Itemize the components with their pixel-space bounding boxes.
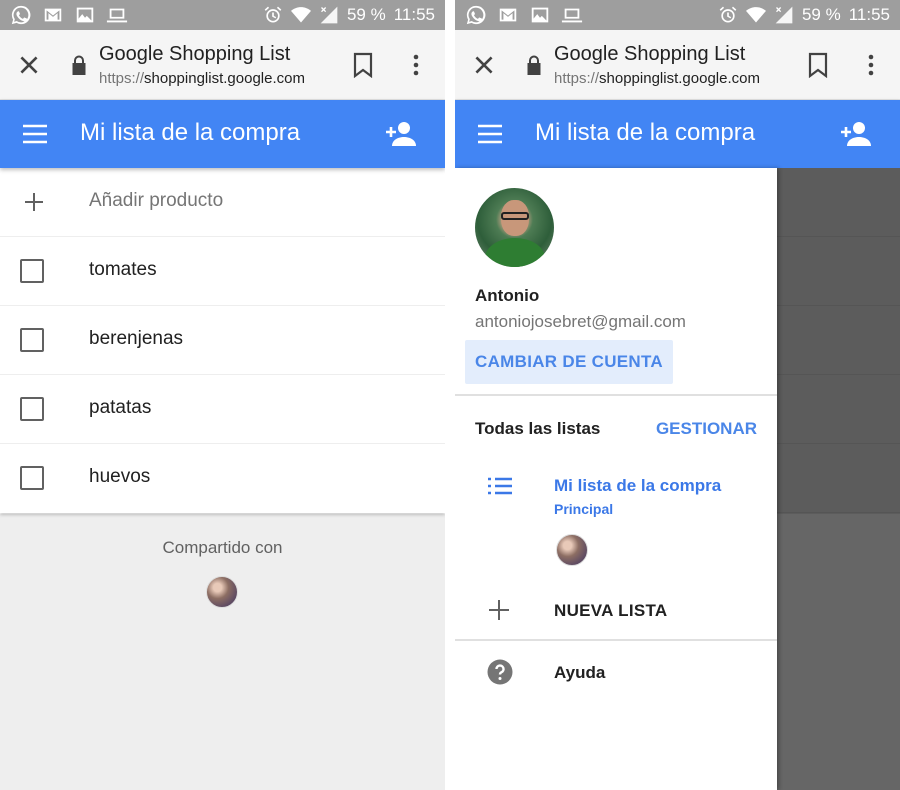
alarm-icon xyxy=(264,6,282,23)
url-host: shoppinglist.google.com xyxy=(599,70,760,87)
wifi-icon xyxy=(290,7,311,23)
url-host: shoppinglist.google.com xyxy=(144,70,305,87)
clock-text: 11:55 xyxy=(393,5,435,24)
shopping-list: Añadir producto tomates berenjenas patat… xyxy=(0,168,445,513)
close-icon[interactable] xyxy=(16,52,42,78)
drawer-divider xyxy=(455,639,777,641)
switch-account-button[interactable]: CAMBIAR DE CUENTA xyxy=(465,340,673,384)
shared-section: Compartido con xyxy=(0,514,445,790)
add-product-row[interactable]: Añadir producto xyxy=(0,168,445,237)
drawer-divider xyxy=(455,394,777,396)
item-label[interactable]: tomates xyxy=(89,259,157,281)
alarm-icon xyxy=(719,6,737,23)
add-person-icon[interactable] xyxy=(385,120,417,148)
plus-icon xyxy=(25,193,43,211)
help-link[interactable]: Ayuda xyxy=(554,663,605,683)
item-checkbox[interactable] xyxy=(20,328,44,352)
lock-icon xyxy=(72,55,86,75)
item-checkbox[interactable] xyxy=(20,259,44,283)
new-list-button[interactable]: NUEVA LISTA xyxy=(554,601,668,621)
item-label[interactable]: berenjenas xyxy=(89,328,183,350)
account-name: Antonio xyxy=(475,286,540,305)
laptop-icon xyxy=(561,8,583,23)
status-bar: 59 % 11:55 xyxy=(455,0,900,30)
signal-off-icon xyxy=(320,6,338,24)
bookmark-icon[interactable] xyxy=(352,52,374,78)
screen-list-view: 59 % 11:55 Google Shopping List https://… xyxy=(0,0,445,790)
close-icon[interactable] xyxy=(471,52,497,78)
browser-toolbar: Google Shopping List https://shoppinglis… xyxy=(0,30,445,100)
app-title: Mi lista de la compra xyxy=(535,119,756,146)
app-bar: Mi lista de la compra xyxy=(0,100,445,168)
browser-toolbar: Google Shopping List https://shoppinglis… xyxy=(455,30,900,100)
list-member-avatar xyxy=(556,534,588,566)
bookmark-icon[interactable] xyxy=(807,52,829,78)
menu-icon[interactable] xyxy=(22,122,48,146)
list-item[interactable]: huevos xyxy=(0,444,445,513)
app-bar: Mi lista de la compra xyxy=(455,100,900,168)
add-product-placeholder[interactable]: Añadir producto xyxy=(89,190,223,212)
help-icon xyxy=(487,659,513,685)
page-url[interactable]: https://shoppinglist.google.com xyxy=(554,70,760,87)
page-title[interactable]: Google Shopping List xyxy=(99,43,290,66)
list-item[interactable]: patatas xyxy=(0,375,445,444)
gmail-icon xyxy=(499,8,517,22)
plus-icon xyxy=(489,600,509,620)
shared-with-label: Compartido con xyxy=(162,538,283,557)
lock-icon xyxy=(527,55,541,75)
drawer-scrim[interactable] xyxy=(777,168,900,790)
wifi-icon xyxy=(745,7,766,23)
drawer-list-item-name[interactable]: Mi lista de la compra xyxy=(554,476,721,496)
navigation-drawer: Antonio antoniojosebret@gmail.com CAMBIA… xyxy=(455,168,777,790)
more-vert-icon[interactable] xyxy=(861,52,881,78)
item-checkbox[interactable] xyxy=(20,466,44,490)
battery-text: 59 % xyxy=(801,5,841,24)
image-icon xyxy=(76,7,94,23)
screen-divider xyxy=(445,0,455,790)
more-vert-icon[interactable] xyxy=(406,52,426,78)
manage-lists-button[interactable]: GESTIONAR xyxy=(656,419,757,439)
battery-text: 59 % xyxy=(346,5,386,24)
screen-drawer-open: 59 % 11:55 Google Shopping List https://… xyxy=(455,0,900,790)
whatsapp-icon xyxy=(466,5,486,25)
all-lists-heading: Todas las listas xyxy=(475,419,601,438)
list-icon xyxy=(488,477,512,495)
account-avatar[interactable] xyxy=(475,188,554,267)
list-item[interactable]: berenjenas xyxy=(0,306,445,375)
item-checkbox[interactable] xyxy=(20,397,44,421)
page-title[interactable]: Google Shopping List xyxy=(554,43,745,66)
dimmed-list xyxy=(777,168,900,514)
laptop-icon xyxy=(106,8,128,23)
app-title: Mi lista de la compra xyxy=(80,119,301,146)
whatsapp-icon xyxy=(11,5,31,25)
item-label[interactable]: huevos xyxy=(89,466,150,488)
status-bar: 59 % 11:55 xyxy=(0,0,445,30)
url-scheme: https:// xyxy=(99,70,145,87)
clock-text: 11:55 xyxy=(848,5,890,24)
list-item[interactable]: tomates xyxy=(0,237,445,306)
url-scheme: https:// xyxy=(554,70,600,87)
drawer-list-item-subtitle: Principal xyxy=(554,501,614,517)
shared-user-avatar[interactable] xyxy=(206,576,238,608)
add-person-icon[interactable] xyxy=(840,120,872,148)
gmail-icon xyxy=(44,8,62,22)
image-icon xyxy=(531,7,549,23)
page-url[interactable]: https://shoppinglist.google.com xyxy=(99,70,305,87)
account-email: antoniojosebret@gmail.com xyxy=(475,312,686,331)
menu-icon[interactable] xyxy=(477,122,503,146)
item-label[interactable]: patatas xyxy=(89,397,151,419)
signal-off-icon xyxy=(775,6,793,24)
